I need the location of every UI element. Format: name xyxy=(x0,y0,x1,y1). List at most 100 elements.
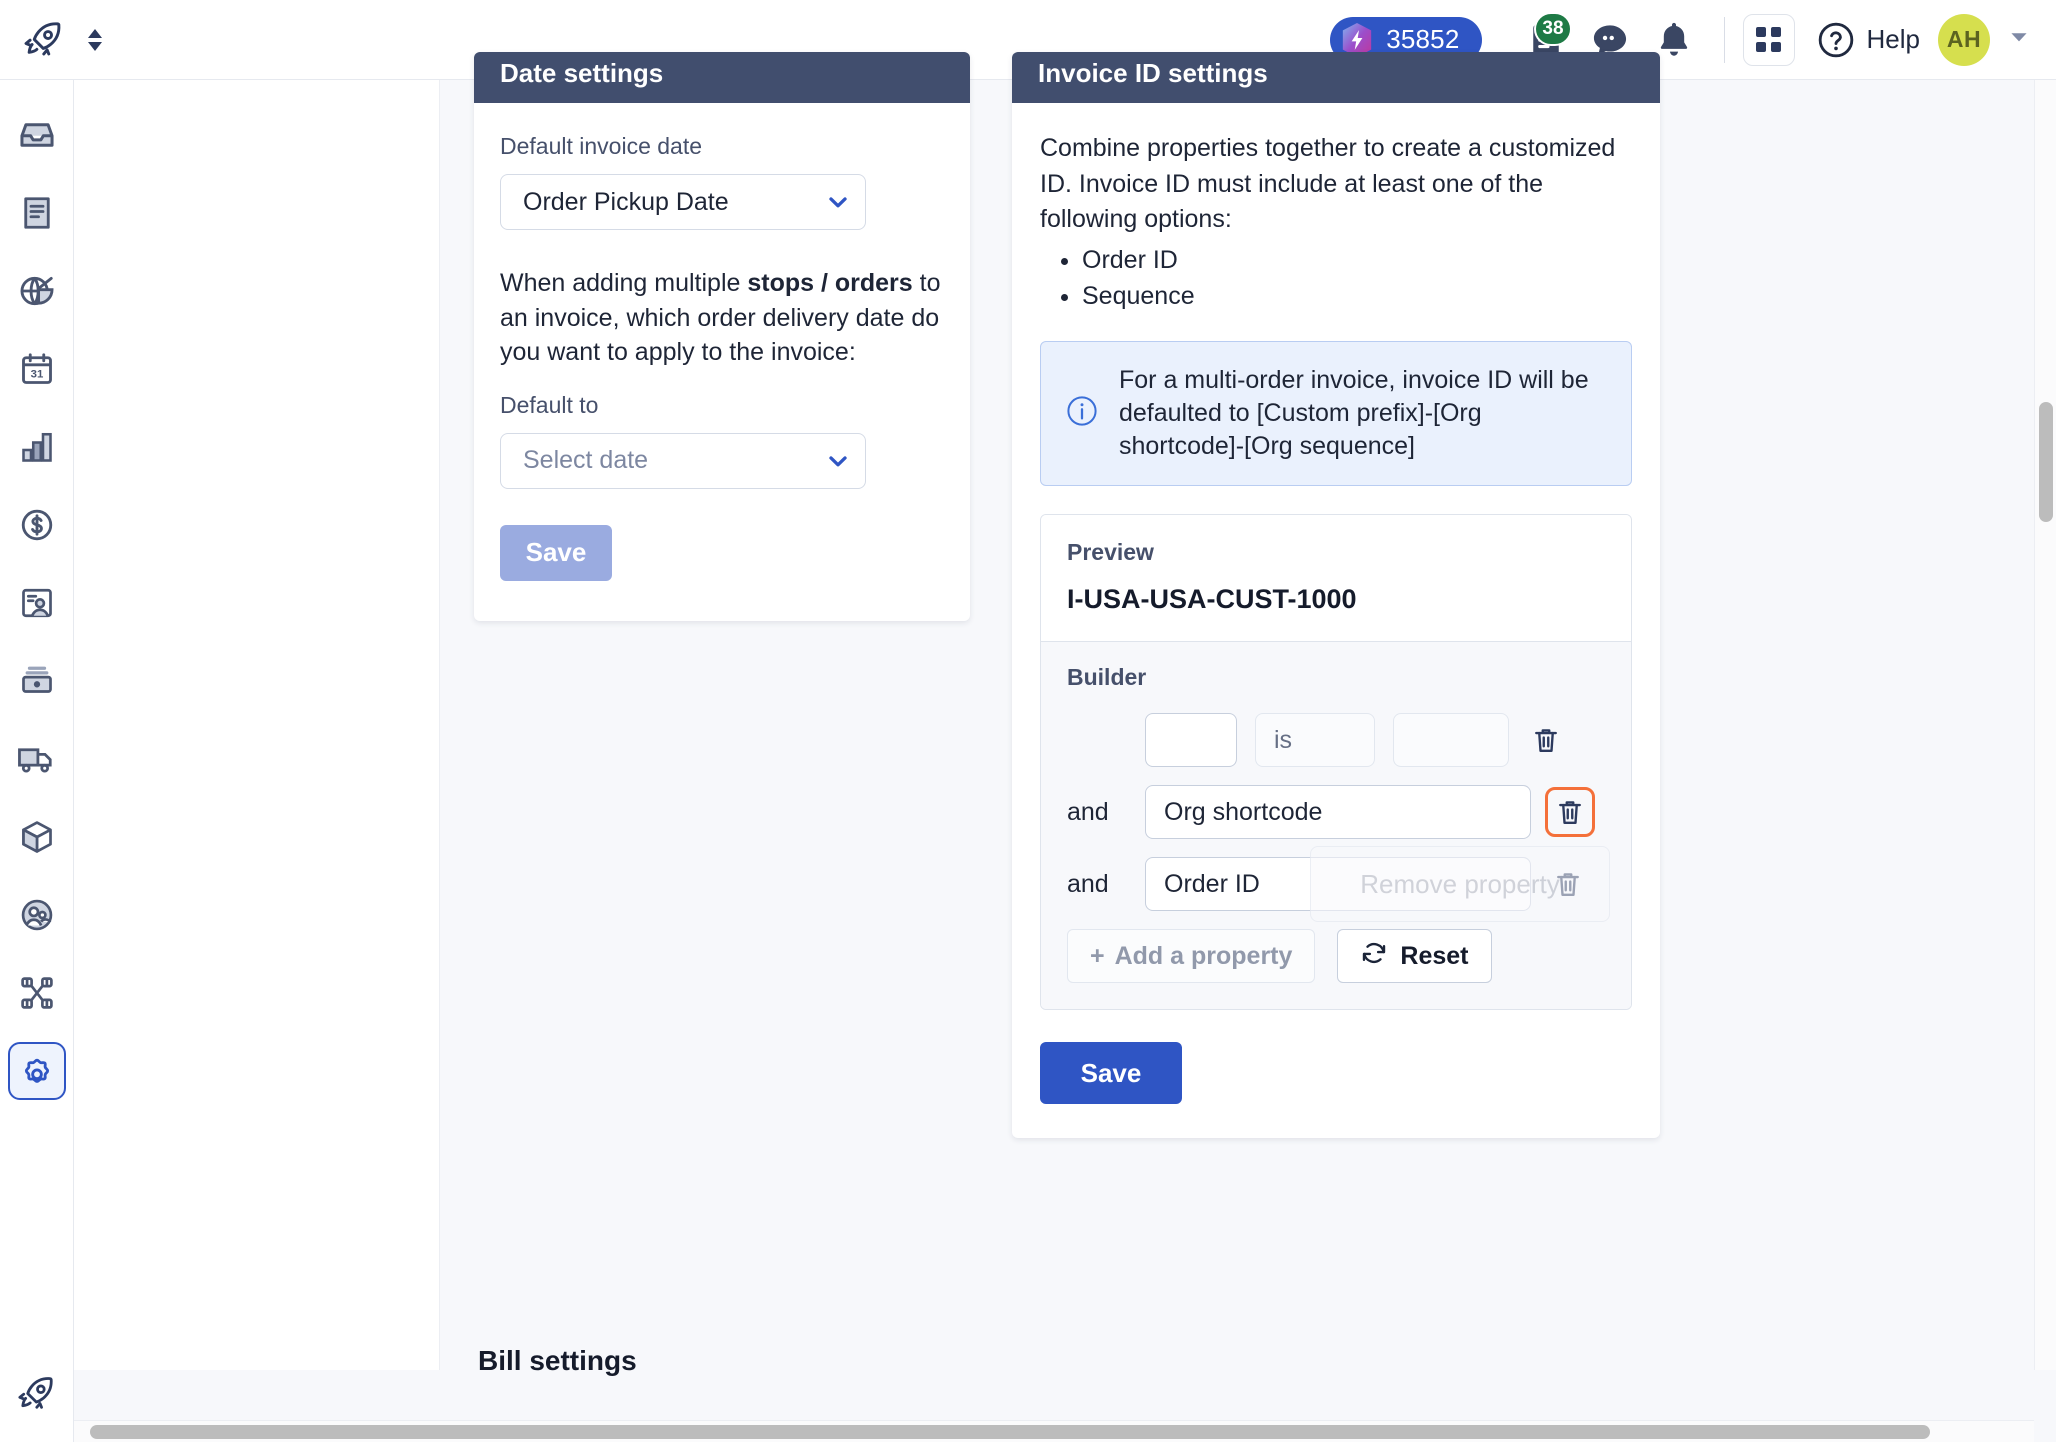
sidebar-item-documents[interactable] xyxy=(8,184,66,242)
network-nodes-icon xyxy=(20,977,53,1009)
sidebar-item-dispatch[interactable] xyxy=(8,262,66,320)
invoice-id-save-button[interactable]: Save xyxy=(1040,1042,1182,1105)
scrollbar-vertical-thumb[interactable] xyxy=(2039,402,2053,522)
invoice-id-settings-body: Combine properties together to create a … xyxy=(1012,103,1660,1138)
builder-row-field[interactable]: Order ID xyxy=(1145,857,1531,912)
app-grid-button[interactable] xyxy=(1742,13,1795,66)
id-card-icon xyxy=(21,588,52,618)
sidebar-item-fleet[interactable] xyxy=(8,730,66,788)
builder-row: and Org shortcode xyxy=(1067,785,1605,840)
remove-property-button[interactable] xyxy=(1545,787,1595,838)
chevron-down-icon xyxy=(825,189,851,215)
invoice-id-builder-card: Preview I-USA-USA-CUST-1000 Builder is a… xyxy=(1040,514,1632,1011)
bill-settings-heading: Bill settings xyxy=(478,1345,637,1376)
sidebar-item-settings[interactable] xyxy=(7,1042,66,1100)
settings-scroll-area: Date settings Default invoice date Order… xyxy=(74,52,2056,1376)
reset-button[interactable]: Reset xyxy=(1337,929,1492,984)
builder-label: Builder xyxy=(1067,664,1147,691)
chevron-down-icon xyxy=(2011,33,2027,42)
main-content: Date settings Default invoice date Order… xyxy=(74,52,2056,1442)
date-settings-card: Date settings Default invoice date Order… xyxy=(474,52,970,621)
sort-down-icon xyxy=(88,41,102,51)
builder-actions: + Add a property Reset xyxy=(1067,929,1605,984)
reset-label: Reset xyxy=(1400,941,1469,970)
list-item: Sequence xyxy=(1082,278,1632,315)
sidebar-item-customers[interactable] xyxy=(8,886,66,944)
inbox-icon xyxy=(19,123,54,147)
default-to-value: Select date xyxy=(523,446,649,474)
builder-section: Builder is and Org shortcode and Order I… xyxy=(1041,642,1631,1010)
trash-icon xyxy=(1557,873,1579,897)
gear-icon xyxy=(24,1058,49,1083)
builder-row: is xyxy=(1067,713,1605,768)
default-invoice-date-select[interactable]: Order Pickup Date xyxy=(500,174,866,230)
builder-row-field[interactable] xyxy=(1145,713,1237,768)
builder-row-operator[interactable]: is xyxy=(1255,713,1375,768)
help-label: Help xyxy=(1866,24,1920,54)
users-circle-icon xyxy=(21,899,52,931)
question-circle-icon xyxy=(1818,22,1853,57)
sort-up-icon xyxy=(88,28,102,38)
default-invoice-date-value: Order Pickup Date xyxy=(523,187,729,216)
document-lines-icon xyxy=(23,197,50,229)
avatar-initials: AH xyxy=(1946,26,1982,52)
builder-row-conjunction: and xyxy=(1067,797,1109,826)
builder-row-field[interactable]: Org shortcode xyxy=(1145,785,1531,840)
calendar-31-icon: 31 xyxy=(21,353,52,384)
invoice-id-description: Combine properties together to create a … xyxy=(1040,134,1616,233)
date-settings-title: Date settings xyxy=(474,52,970,103)
truck-icon xyxy=(17,748,52,773)
invoice-id-info-text: For a multi-order invoice, invoice ID wi… xyxy=(1119,365,1589,461)
points-value: 35852 xyxy=(1386,24,1460,54)
cube-icon xyxy=(21,821,52,853)
documents-badge: 38 xyxy=(1534,11,1572,46)
svg-text:31: 31 xyxy=(30,368,43,380)
toolbar-divider xyxy=(1723,16,1725,63)
bar-chart-icon xyxy=(21,432,52,462)
sidebar-item-integrations[interactable] xyxy=(8,964,66,1022)
preview-value: I-USA-USA-CUST-1000 xyxy=(1067,584,1357,615)
para-bold: stops / orders xyxy=(747,269,913,297)
trash-icon xyxy=(1535,729,1557,753)
date-settings-save-button[interactable]: Save xyxy=(500,524,612,581)
scrollbar-vertical[interactable] xyxy=(2034,80,2056,1370)
default-to-label: Default to xyxy=(500,391,599,418)
preview-label: Preview xyxy=(1067,539,1154,566)
refresh-icon xyxy=(1360,939,1388,974)
chevron-down-icon xyxy=(825,448,851,474)
account-menu-button[interactable] xyxy=(2006,24,2032,55)
scrollbar-horizontal-thumb[interactable] xyxy=(90,1425,1930,1439)
remove-property-button[interactable] xyxy=(1545,861,1591,907)
sort-toggle[interactable] xyxy=(88,28,102,51)
invoice-id-settings-title: Invoice ID settings xyxy=(1012,52,1660,103)
sidebar-item-contacts[interactable] xyxy=(8,574,66,632)
bell-icon xyxy=(1660,22,1687,56)
default-invoice-date-label: Default invoice date xyxy=(500,133,703,159)
builder-row-value[interactable] xyxy=(1393,713,1509,768)
trash-icon xyxy=(1559,801,1581,825)
rocket-bottom-icon[interactable] xyxy=(16,1373,58,1420)
sidebar-item-inventory[interactable] xyxy=(8,652,66,710)
default-to-select[interactable]: Select date xyxy=(500,432,866,489)
add-property-button[interactable]: + Add a property xyxy=(1067,929,1316,984)
multiple-stops-paragraph: When adding multiple stops / orders to a… xyxy=(500,266,944,370)
app-grid-icon xyxy=(1756,27,1782,52)
archive-box-icon xyxy=(21,666,52,693)
plus-icon: + xyxy=(1090,941,1105,970)
scrollbar-horizontal[interactable] xyxy=(74,1420,2034,1442)
preview-section: Preview I-USA-USA-CUST-1000 xyxy=(1041,515,1631,643)
help-button[interactable]: Help xyxy=(1817,21,1920,59)
builder-row-conjunction: and xyxy=(1067,869,1109,898)
sidebar-item-packages[interactable] xyxy=(8,808,66,866)
invoice-id-required-options: Order ID Sequence xyxy=(1082,242,1632,315)
sidebar-item-calendar[interactable]: 31 xyxy=(8,340,66,398)
sidebar-item-reports[interactable] xyxy=(8,418,66,476)
sidebar-item-inbox[interactable] xyxy=(8,106,66,164)
invoice-id-info-box: For a multi-order invoice, invoice ID wi… xyxy=(1040,340,1632,487)
remove-property-button[interactable] xyxy=(1523,717,1569,763)
rocket-logo-icon[interactable] xyxy=(22,18,66,62)
sidebar-item-billing[interactable] xyxy=(8,496,66,554)
invoice-id-settings-card: Invoice ID settings Combine properties t… xyxy=(1012,52,1660,1139)
avatar[interactable]: AH xyxy=(1938,13,1990,66)
sidebar: 31 xyxy=(0,80,74,1442)
